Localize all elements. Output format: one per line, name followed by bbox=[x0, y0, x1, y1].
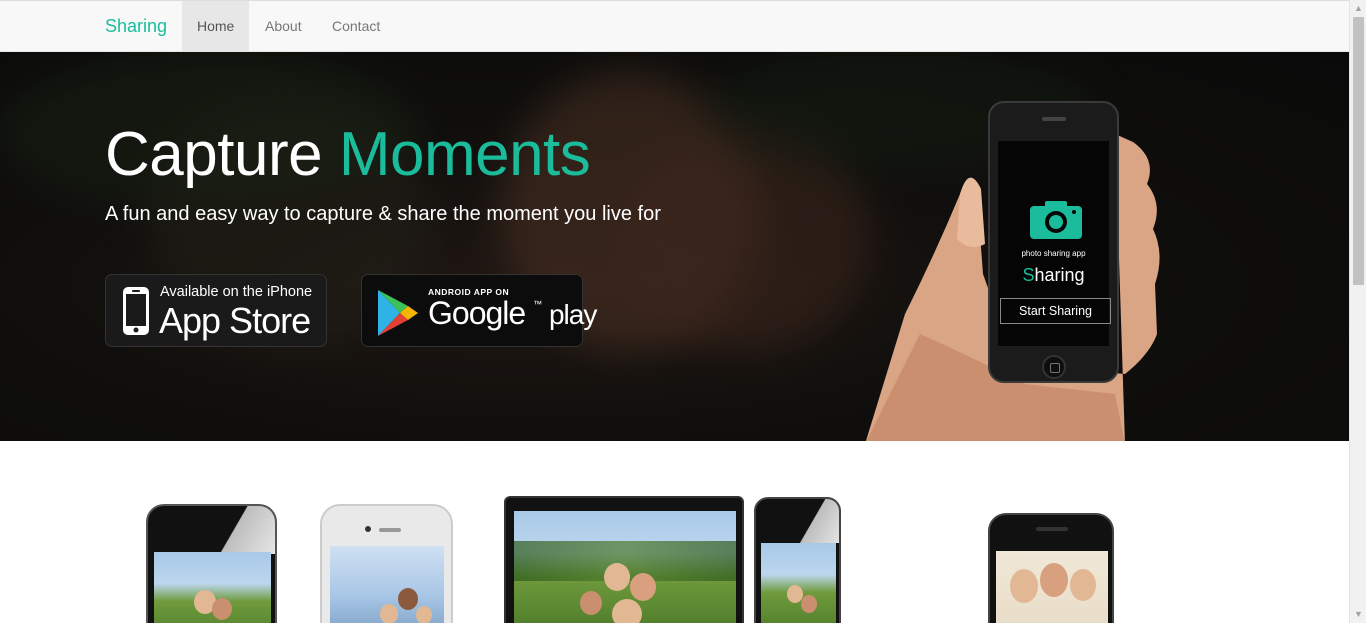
app-name-initial: S bbox=[1022, 265, 1035, 285]
scroll-thumb[interactable] bbox=[1353, 17, 1364, 285]
app-store-big-text: App Store bbox=[159, 300, 311, 341]
start-sharing-button[interactable]: Start Sharing bbox=[1000, 298, 1111, 324]
device-black-iphone bbox=[146, 504, 277, 623]
device-ipad bbox=[504, 496, 744, 623]
photo-person bbox=[612, 599, 642, 623]
photo-person bbox=[398, 588, 418, 610]
nav-item-about[interactable]: About bbox=[250, 1, 317, 52]
device-camera-dot bbox=[365, 526, 371, 532]
photo-person bbox=[604, 563, 630, 591]
phone-speaker bbox=[1042, 117, 1066, 121]
play-store-icon bbox=[378, 290, 418, 336]
photo-person bbox=[380, 604, 398, 623]
phone-home-button bbox=[1042, 355, 1066, 379]
camera-icon bbox=[1030, 201, 1082, 239]
google-play-badge[interactable]: ANDROID APP ON Google ™ play bbox=[361, 274, 597, 347]
photo-person bbox=[630, 573, 656, 601]
app-name-rest: haring bbox=[1034, 265, 1085, 285]
device-white-iphone bbox=[320, 504, 453, 623]
photo-person bbox=[1070, 569, 1096, 601]
page: Sharing Home About Contact Capture Momen… bbox=[0, 0, 1366, 623]
iphone-icon bbox=[123, 287, 149, 335]
hero-title: Capture Moments bbox=[105, 119, 591, 190]
trademark-mark: ™ bbox=[533, 299, 542, 309]
device-photo bbox=[154, 552, 271, 623]
app-store-badge[interactable]: Available on the iPhone App Store bbox=[105, 274, 327, 347]
device-glare bbox=[208, 506, 275, 554]
brand-link[interactable]: Sharing bbox=[105, 16, 167, 37]
devices-section bbox=[0, 441, 1349, 623]
photo-person bbox=[1010, 569, 1038, 603]
hero-section: Capture Moments A fun and easy way to ca… bbox=[0, 52, 1349, 441]
device-photo bbox=[761, 543, 836, 623]
page-scrollbar[interactable]: ▲ ▼ bbox=[1349, 0, 1366, 623]
google-word: Google bbox=[428, 295, 526, 331]
hero-title-part1: Capture bbox=[105, 120, 323, 189]
scroll-up-arrow-icon[interactable]: ▲ bbox=[1350, 0, 1366, 17]
photo-person bbox=[416, 606, 432, 623]
device-black-iphone bbox=[754, 497, 841, 623]
hero-phone: photo sharing app Sharing Start Sharing bbox=[988, 101, 1119, 383]
device-photo bbox=[514, 511, 736, 623]
play-word: play bbox=[548, 299, 597, 330]
device-glare bbox=[796, 499, 839, 543]
app-store-small-text: Available on the iPhone bbox=[160, 284, 313, 300]
hero-title-accent: Moments bbox=[338, 120, 591, 189]
phone-screen: photo sharing app Sharing Start Sharing bbox=[998, 141, 1111, 346]
photo-person bbox=[801, 595, 817, 613]
device-black-iphone bbox=[988, 513, 1114, 623]
scroll-down-arrow-icon[interactable]: ▼ bbox=[1350, 606, 1366, 623]
google-play-big-text: Google ™ play bbox=[428, 295, 597, 332]
photo-person bbox=[1040, 563, 1068, 597]
hero-subtitle: A fun and easy way to capture & share th… bbox=[105, 203, 661, 225]
device-photo bbox=[330, 546, 444, 623]
phone-screen-caption: photo sharing app bbox=[1021, 249, 1086, 258]
device-speaker bbox=[379, 528, 401, 532]
nav-item-home[interactable]: Home bbox=[182, 1, 250, 52]
phone-screen-app-name: Sharing bbox=[998, 265, 1109, 286]
photo-person bbox=[212, 598, 232, 620]
nav-item-contact[interactable]: Contact bbox=[317, 1, 395, 52]
photo-person bbox=[580, 591, 602, 615]
navbar: Sharing Home About Contact bbox=[0, 0, 1349, 52]
device-photo bbox=[996, 551, 1108, 623]
device-speaker bbox=[1036, 527, 1068, 531]
